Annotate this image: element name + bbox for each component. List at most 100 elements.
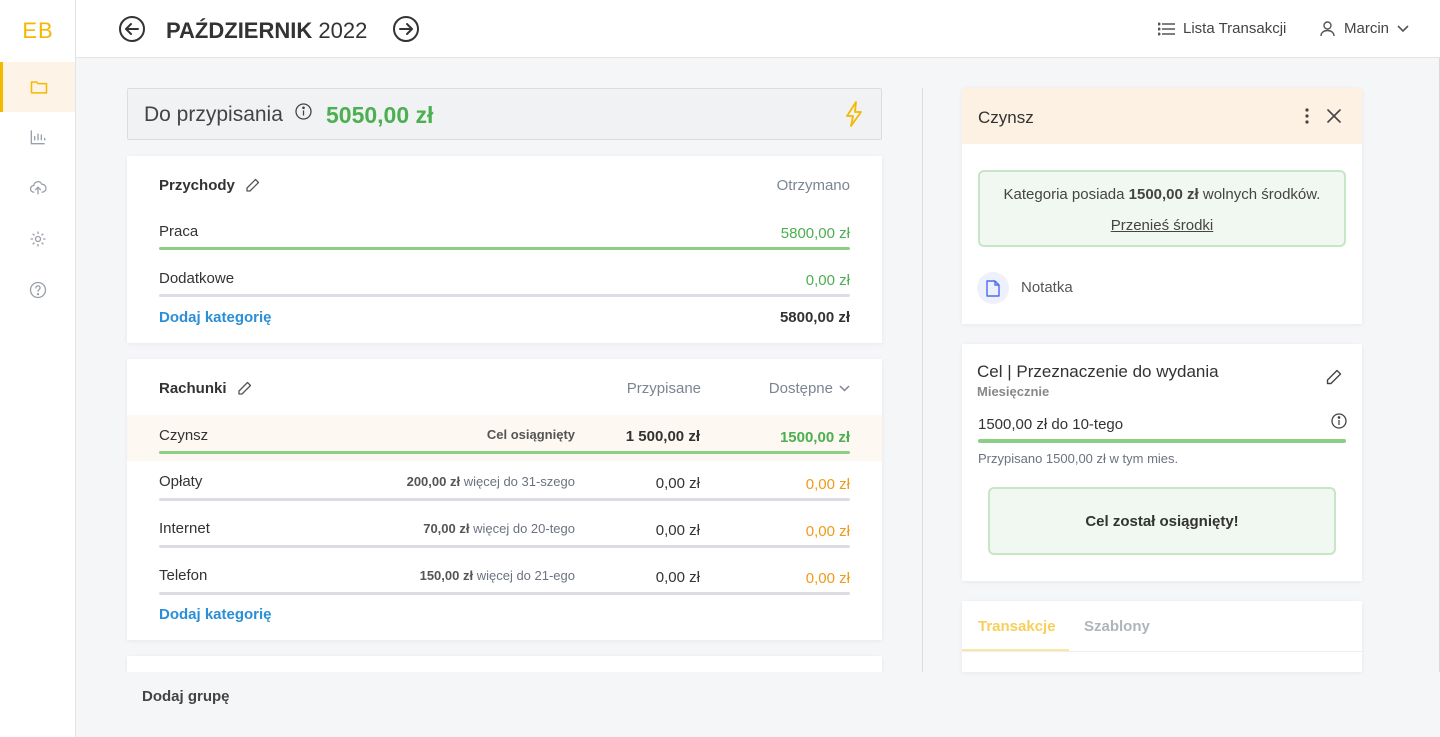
- add-group-button[interactable]: Dodaj grupę: [142, 688, 230, 705]
- bill-row-available[interactable]: 0,00 zł: [806, 476, 850, 493]
- to-assign-label: Do przypisania: [144, 103, 283, 126]
- income-row-name[interactable]: Dodatkowe: [159, 270, 234, 287]
- lightning-icon[interactable]: [845, 101, 863, 127]
- bill-row-bar: [159, 498, 850, 501]
- bill-note-text: więcej do 31-szego: [460, 474, 575, 489]
- bill-row-assigned[interactable]: 0,00 zł: [656, 522, 700, 539]
- goal-achieved-text: Cel został osiągnięty!: [1085, 513, 1239, 530]
- move-funds-link[interactable]: Przenieś środki: [980, 217, 1344, 234]
- year: 2022: [318, 18, 368, 43]
- goal-progress-fill: [978, 439, 1346, 443]
- goal-achieved-box: Cel został osiągnięty!: [988, 487, 1336, 555]
- goal-progress-track: [978, 439, 1346, 443]
- bill-note-text: więcej do 20-tego: [469, 521, 575, 536]
- bill-row-name[interactable]: Telefon: [159, 567, 207, 584]
- income-group-card: Przychody Otrzymano Praca 5800,00 zł Dod…: [127, 156, 882, 343]
- sidebar: EB: [0, 0, 76, 737]
- to-assign-bar: Do przypisania 5050,00 zł: [127, 88, 882, 140]
- note-icon-wrap[interactable]: [977, 272, 1009, 304]
- goal-card: Cel | Przeznaczenie do wydania Miesięczn…: [962, 344, 1362, 581]
- available-column-header[interactable]: Dostępne: [769, 380, 850, 397]
- available-column-label: Dostępne: [768, 380, 833, 397]
- bill-row-note: 200,00 zł więcej do 31-szego: [407, 474, 575, 489]
- bill-row-name[interactable]: Internet: [159, 520, 210, 537]
- bill-row-assigned[interactable]: 1 500,00 zł: [626, 428, 700, 445]
- free-funds-pre: Kategoria posiada: [1003, 186, 1129, 203]
- category-detail-title: Czynsz: [978, 108, 1034, 127]
- chevron-down-icon: [1397, 24, 1409, 32]
- bill-row-name[interactable]: Czynsz: [159, 427, 208, 444]
- bill-row-name[interactable]: Opłaty: [159, 473, 202, 490]
- income-row-value[interactable]: 5800,00 zł: [781, 225, 850, 242]
- category-detail-header: Czynsz: [962, 88, 1362, 144]
- nav-reports[interactable]: [0, 112, 75, 162]
- free-funds-amount: 1500,00 zł: [1128, 186, 1199, 203]
- help-icon: [29, 281, 46, 299]
- pencil-icon[interactable]: [245, 178, 260, 193]
- more-vertical-icon[interactable]: [1304, 107, 1310, 125]
- info-icon[interactable]: [1331, 413, 1347, 429]
- bill-row-bar: [159, 451, 850, 454]
- bill-row-note: 150,00 zł więcej do 21-ego: [420, 568, 575, 583]
- arrow-left-icon[interactable]: [118, 15, 146, 43]
- cloud-upload-icon: [29, 181, 47, 195]
- income-row-name[interactable]: Praca: [159, 223, 198, 240]
- app-logo: EB: [22, 18, 54, 43]
- income-group-title: Przychody: [159, 177, 260, 194]
- income-row-bar: [159, 294, 850, 297]
- bill-row-assigned[interactable]: 0,00 zł: [656, 569, 700, 586]
- document-icon: [986, 279, 1000, 297]
- chevron-down-icon: [839, 385, 850, 392]
- tabs-card: Transakcje Szablony: [962, 601, 1362, 672]
- goal-title: Cel | Przeznaczenie do wydania: [977, 362, 1219, 381]
- bill-row-assigned[interactable]: 0,00 zł: [656, 475, 700, 492]
- nav-budget[interactable]: [0, 62, 75, 112]
- bar-chart-icon: [30, 130, 45, 145]
- user-menu[interactable]: Marcin: [1319, 20, 1409, 37]
- bill-row-available[interactable]: 0,00 zł: [806, 570, 850, 587]
- bill-note-amount: 70,00 zł: [423, 521, 470, 536]
- free-funds-post: wolnych środków.: [1198, 186, 1321, 203]
- bill-note-text: więcej do 21-ego: [473, 568, 575, 583]
- to-assign-amount: 5050,00 zł: [326, 102, 434, 128]
- bill-row-available[interactable]: 1500,00 zł: [780, 429, 850, 446]
- folder-icon: [30, 81, 48, 94]
- bill-row-note: 70,00 zł więcej do 20-tego: [423, 521, 575, 536]
- received-column-header: Otrzymano: [776, 177, 850, 194]
- bills-group-title: Rachunki: [159, 380, 252, 397]
- bill-note-amount: 200,00 zł: [406, 474, 461, 489]
- nav-upload[interactable]: [0, 163, 75, 213]
- user-icon: [1320, 21, 1335, 37]
- income-row-bar: [159, 247, 850, 250]
- pencil-icon[interactable]: [237, 381, 252, 396]
- add-income-category-link[interactable]: Dodaj kategorię: [159, 309, 272, 326]
- arrow-right-icon[interactable]: [392, 15, 420, 43]
- note-label[interactable]: Notatka: [1021, 279, 1073, 296]
- close-icon[interactable]: [1327, 109, 1341, 123]
- gear-icon: [30, 231, 45, 247]
- bills-title-text: Rachunki: [159, 380, 227, 397]
- income-total: 5800,00 zł: [779, 309, 850, 326]
- pencil-icon[interactable]: [1326, 369, 1342, 385]
- nav-help[interactable]: [0, 265, 75, 315]
- active-tab-indicator: [962, 649, 1069, 651]
- add-bill-category-link[interactable]: Dodaj kategorię: [159, 606, 272, 623]
- tabs-divider: [962, 651, 1362, 652]
- footer-area: [76, 672, 1440, 737]
- transactions-list-link[interactable]: Lista Transakcji: [1158, 20, 1286, 37]
- income-title-text: Przychody: [159, 177, 235, 194]
- transactions-list-label: Lista Transakcji: [1183, 20, 1287, 37]
- free-funds-text: Kategoria posiada 1500,00 zł wolnych śro…: [980, 186, 1344, 203]
- info-icon[interactable]: [295, 103, 312, 120]
- income-row-value[interactable]: 0,00 zł: [806, 272, 850, 289]
- tab-templates[interactable]: Szablony: [1084, 618, 1150, 635]
- tab-transactions[interactable]: Transakcje: [978, 618, 1056, 635]
- goal-frequency: Miesięcznie: [977, 384, 1050, 399]
- month-title: PAŹDZIERNIK 2022: [166, 18, 367, 44]
- assigned-column-header: Przypisane: [626, 380, 701, 397]
- bill-row-available[interactable]: 0,00 zł: [806, 523, 850, 540]
- nav-settings[interactable]: [0, 214, 75, 264]
- user-name: Marcin: [1344, 20, 1390, 37]
- goal-target: 1500,00 zł do 10-tego: [978, 416, 1124, 433]
- bill-note-amount: 150,00 zł: [419, 568, 474, 583]
